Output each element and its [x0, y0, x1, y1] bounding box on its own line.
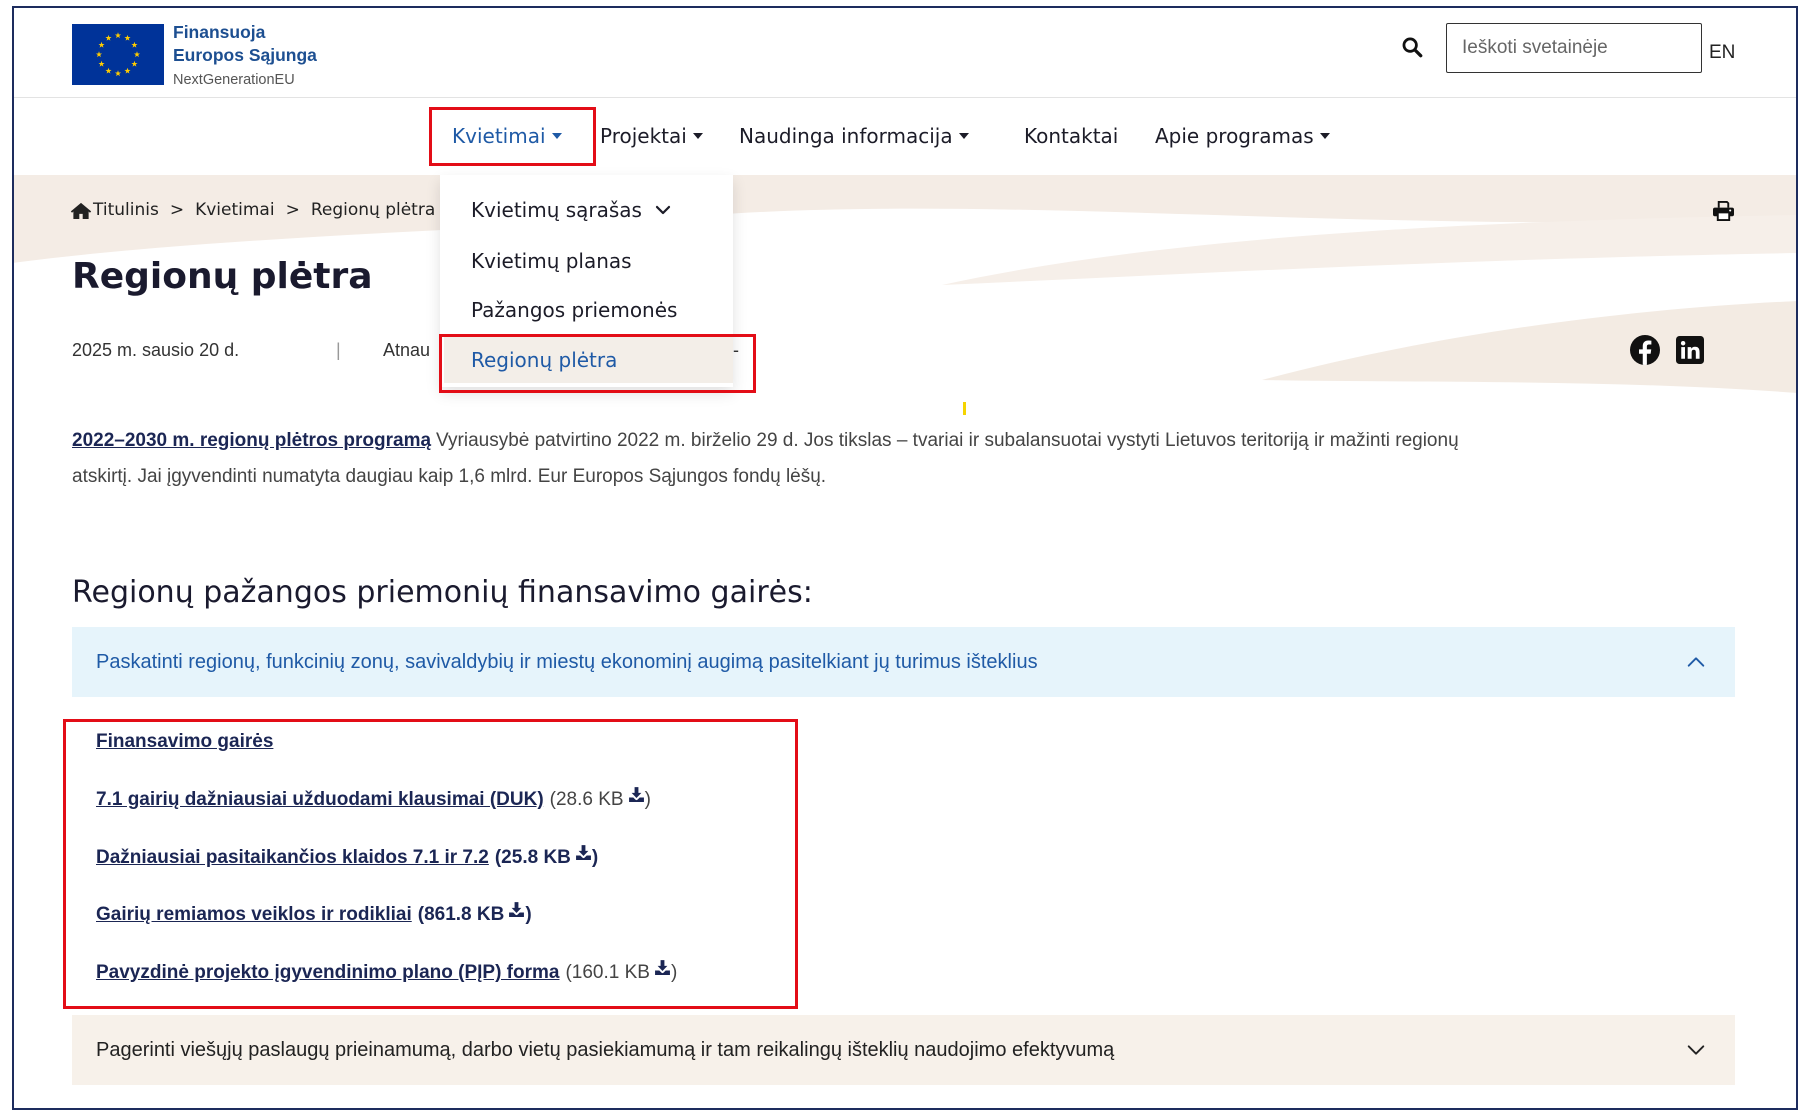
download-icon	[628, 787, 644, 802]
page-title: Regionų plėtra	[72, 256, 373, 297]
file-size: (861.8 KB	[417, 904, 505, 926]
print-icon	[1713, 200, 1734, 221]
nav-item-label: Projektai	[600, 124, 687, 148]
dropdown-item-pazangos-priemones[interactable]: Pažangos priemonės	[440, 287, 733, 333]
logo-line-1: Finansuoja	[173, 22, 266, 42]
window-frame	[12, 6, 1798, 1110]
caret-down-icon	[692, 132, 703, 139]
program-link[interactable]: 2022–2030 m. regionų plėtros programą	[72, 430, 431, 451]
file-size-close: )	[591, 847, 599, 869]
nav-item-apie-programas[interactable]: Apie programas	[1155, 121, 1330, 151]
nav-item-naudinga-informacija[interactable]: Naudinga informacija	[739, 121, 969, 151]
meta-divider: |	[336, 340, 341, 360]
nav-item-label: Naudinga informacija	[739, 124, 953, 148]
header-divider	[12, 97, 1798, 98]
breadcrumb-item-current: Regionų plėtra	[310, 200, 436, 220]
nav-item-label: Kontaktai	[1024, 124, 1119, 148]
search-icon	[1402, 37, 1423, 58]
print-button[interactable]	[1712, 200, 1735, 221]
share-linkedin-button[interactable]	[1676, 336, 1704, 369]
nav-item-label: Kvietimai	[452, 124, 546, 148]
eu-flag-icon	[72, 24, 164, 85]
breadcrumb-separator: >	[169, 200, 185, 220]
site-logo[interactable]: Finansuoja Europos Sąjunga NextGeneratio…	[72, 22, 317, 88]
file-link-row: Finansavimo gairės	[96, 729, 273, 755]
file-size: (160.1 KB	[565, 962, 650, 984]
caret-down-icon	[1319, 132, 1330, 139]
download-button[interactable]	[508, 900, 525, 926]
search-button[interactable]	[1401, 36, 1423, 58]
updated-label: Atnau	[383, 340, 431, 360]
logo-line-2: Europos Sąjunga	[173, 45, 317, 65]
logo-line-3: NextGenerationEU	[173, 72, 295, 88]
intro-text: atskirtį. Jai įgyvendinti numatyta daugi…	[72, 466, 827, 487]
file-size-close: )	[670, 962, 678, 984]
download-button[interactable]	[628, 785, 645, 811]
file-link-row: 7.1 gairių dažniausiai užduodami klausim…	[96, 787, 651, 813]
download-button[interactable]	[654, 958, 671, 984]
breadcrumb: Titulinis > Kvietimai > Regionų plėtra	[70, 197, 435, 223]
dropdown-item-kvietimu-sarasas[interactable]: Kvietimų sąrašas	[440, 187, 733, 233]
file-link-row: Gairių remiamos veiklos ir rodikliai (861…	[96, 902, 532, 928]
nav-item-projektai[interactable]: Projektai	[600, 121, 703, 151]
kvietimai-dropdown-menu: Kvietimų sąrašas Kvietimų planas Pažango…	[440, 175, 733, 387]
chevron-down-icon	[1687, 1045, 1705, 1055]
dropdown-item-label: Kvietimų planas	[471, 249, 632, 273]
linkedin-icon	[1676, 336, 1704, 364]
home-icon	[70, 202, 92, 219]
chevron-up-icon	[1687, 657, 1705, 667]
file-link-row: Pavyzdinė projekto įgyvendinimo plano (P…	[96, 960, 677, 986]
accordion-header-1[interactable]: Paskatinti regionų, funkcinių zonų, savi…	[72, 627, 1735, 697]
chevron-down-icon	[655, 205, 671, 214]
download-button[interactable]	[575, 843, 592, 869]
publish-date: 2025 m. sausio 20 d.	[72, 340, 240, 360]
pip-forma-file-link[interactable]: Pavyzdinė projekto įgyvendinimo plano (P…	[96, 962, 559, 983]
share-facebook-button[interactable]	[1630, 335, 1660, 370]
finansavimo-gaires-link[interactable]: Finansavimo gairės	[96, 731, 273, 752]
download-icon	[655, 960, 670, 975]
file-size-close: )	[644, 789, 651, 811]
cursor-mark	[963, 402, 966, 415]
caret-down-icon	[551, 132, 562, 139]
intro-line-1: 2022–2030 m. regionų plėtros programą Vyr…	[72, 423, 1459, 459]
intro-line-2: atskirtį. Jai įgyvendinti numatyta daugi…	[72, 459, 826, 495]
search-input[interactable]	[1446, 23, 1702, 73]
dropdown-item-label: Regionų plėtra	[471, 348, 618, 372]
facebook-icon	[1630, 335, 1660, 365]
duk-file-link[interactable]: 7.1 gairių dažniausiai užduodami klausim…	[96, 789, 544, 810]
download-icon	[575, 845, 591, 860]
nav-item-kontaktai[interactable]: Kontaktai	[1024, 121, 1118, 151]
nav-item-label: Apie programas	[1155, 124, 1314, 148]
accordion-title: Pagerinti viešųjų paslaugų prieinamumą, …	[96, 1039, 1115, 1061]
veiklos-rodikliai-file-link[interactable]: Gairių remiamos veiklos ir rodikliai	[96, 904, 412, 925]
breadcrumb-item-titulinis: Titulinis	[93, 200, 159, 220]
section-heading: Regionų pažangos priemonių finansavimo g…	[72, 575, 813, 610]
dropdown-item-label: Kvietimų sąrašas	[471, 198, 642, 222]
dropdown-item-regionu-pletra[interactable]: Regionų plėtra	[444, 337, 733, 383]
nav-item-kvietimai[interactable]: Kvietimai	[452, 121, 562, 151]
klaidos-file-link[interactable]: Dažniausiai pasitaikančios klaidos 7.1 i…	[96, 847, 489, 868]
download-icon	[509, 902, 525, 917]
intro-text: Vyriausybė patvirtino 2022 m. birželio 2…	[436, 430, 1459, 451]
breadcrumb-item-kvietimai[interactable]: Kvietimai	[195, 200, 274, 220]
file-size: (25.8 KB	[494, 847, 571, 869]
caret-down-icon	[958, 132, 969, 139]
accordion-title: Paskatinti regionų, funkcinių zonų, savi…	[96, 651, 1038, 673]
breadcrumb-home-link[interactable]: Titulinis	[70, 200, 159, 220]
file-size: (28.6 KB	[549, 789, 624, 811]
accordion-header-2[interactable]: Pagerinti viešųjų paslaugų prieinamumą, …	[72, 1015, 1735, 1085]
file-size-close: )	[525, 904, 532, 926]
breadcrumb-separator: >	[285, 200, 300, 220]
updated-tail: -	[733, 340, 739, 360]
dropdown-item-label: Pažangos priemonės	[471, 298, 678, 322]
language-switch-en[interactable]: EN	[1709, 42, 1735, 64]
file-link-row: Dažniausiai pasitaikančios klaidos 7.1 i…	[96, 845, 598, 871]
dropdown-item-kvietimu-planas[interactable]: Kvietimų planas	[440, 238, 733, 284]
